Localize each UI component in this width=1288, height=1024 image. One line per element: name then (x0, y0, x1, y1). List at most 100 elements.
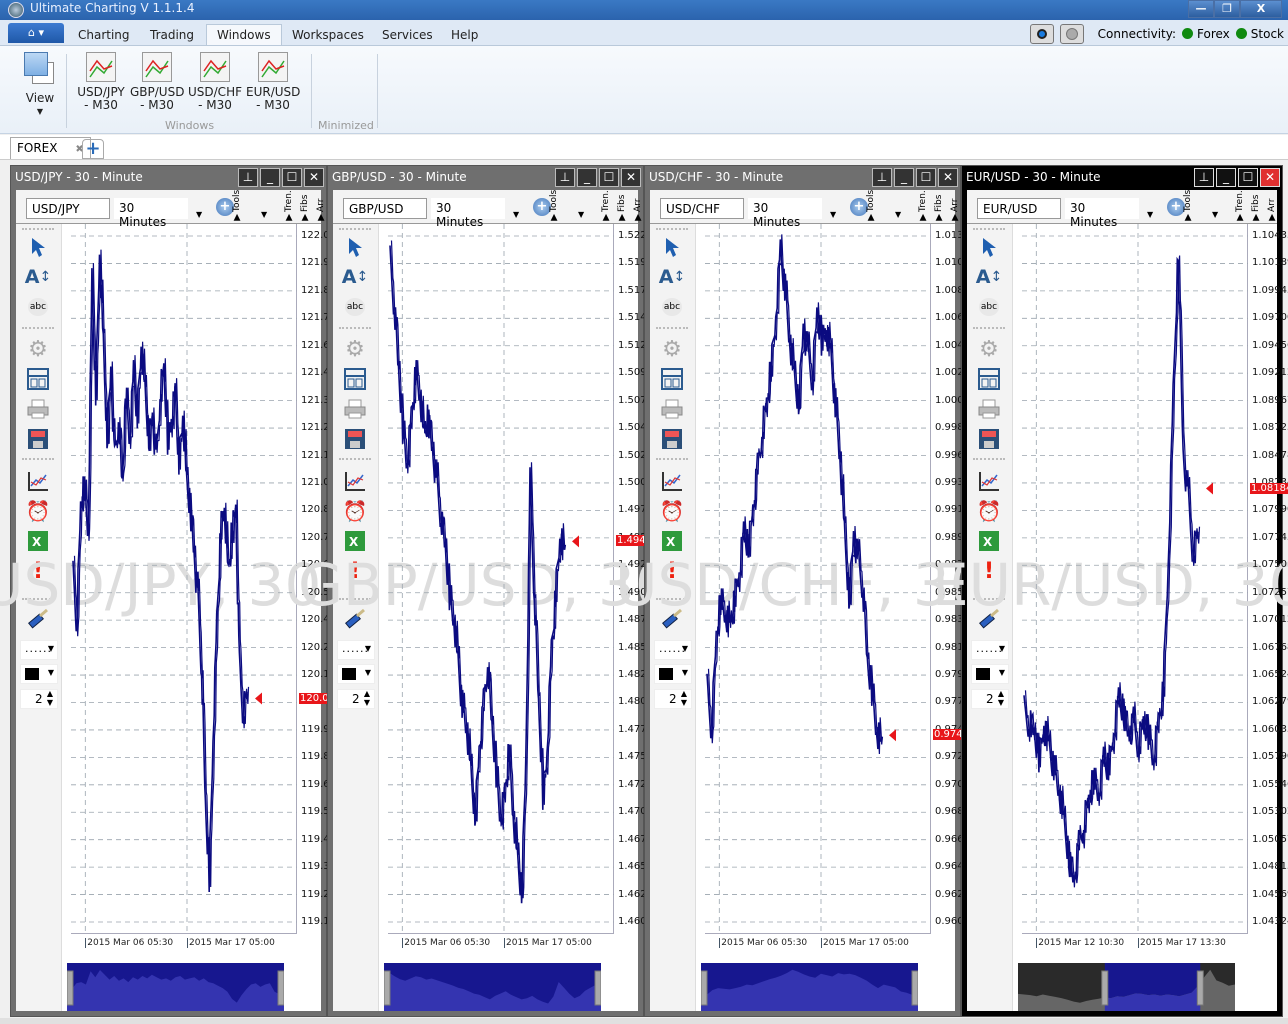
text-label-icon[interactable]: abc (975, 294, 1003, 320)
app-menu-button[interactable]: ⌂ ▾ (8, 23, 64, 43)
tab-help[interactable]: Help (441, 25, 488, 46)
paint-roller-icon[interactable] (341, 606, 369, 632)
tab-workspaces[interactable]: Workspaces (282, 25, 374, 46)
arrow-dropdown[interactable]: ▼Arr (633, 194, 643, 222)
timeframe-select[interactable]: 30 Minutes (431, 198, 505, 229)
text-size-icon[interactable]: A ↕ (341, 264, 369, 290)
line-style-select[interactable]: ...... ▼ (337, 640, 375, 660)
trend-dropdown[interactable]: ▼Tren. (601, 190, 611, 222)
layout-icon[interactable] (341, 366, 369, 392)
pin-icon[interactable]: ⊥ (872, 168, 892, 187)
toolbar-grip[interactable] (22, 228, 54, 230)
minimize-chart-button[interactable]: _ (260, 168, 280, 187)
minimize-chart-button[interactable]: _ (1216, 168, 1236, 187)
trend-dropdown[interactable]: ▼Tren. (918, 190, 928, 222)
minimize-chart-button[interactable]: _ (577, 168, 597, 187)
pointer-cursor-icon[interactable] (24, 234, 52, 260)
price-chart-plot[interactable]: EUR/USD, 30 (932, 224, 1288, 934)
maximize-chart-button[interactable]: ☐ (599, 168, 619, 187)
toolbar-grip[interactable] (973, 458, 1005, 460)
color-select[interactable]: ▼ (971, 664, 1009, 684)
print-icon[interactable] (341, 396, 369, 422)
symbol-input[interactable] (26, 198, 110, 219)
fibs-dropdown[interactable]: ▼Fibs (934, 194, 944, 222)
minimize-button[interactable]: — (1188, 0, 1214, 18)
indicator-chart-icon[interactable] (975, 468, 1003, 494)
print-icon[interactable] (975, 396, 1003, 422)
pin-icon[interactable]: ⊥ (555, 168, 575, 187)
window-button-usdchf[interactable]: USD/CHF - M30 (188, 52, 242, 112)
price-chart-plot[interactable]: USD/JPY, 30 (0, 224, 321, 934)
toolbar-grip[interactable] (973, 228, 1005, 230)
tab-windows[interactable]: Windows (206, 24, 282, 45)
close-chart-button[interactable]: ✕ (621, 168, 641, 187)
time-navigator[interactable] (1018, 963, 1235, 1011)
symbol-input[interactable] (343, 198, 427, 219)
toolbar-grip[interactable] (339, 228, 371, 230)
gear-icon[interactable]: ⚙ (341, 336, 369, 362)
excel-export-icon[interactable]: X (975, 528, 1003, 554)
navigator-left-handle[interactable] (1101, 970, 1109, 1006)
text-size-icon[interactable]: A ↕ (658, 264, 686, 290)
color-select[interactable]: ▼ (337, 664, 375, 684)
maximize-chart-button[interactable]: ☐ (1238, 168, 1258, 187)
symbol-input[interactable] (660, 198, 744, 219)
paint-roller-icon[interactable] (658, 606, 686, 632)
stepper-arrows-icon[interactable]: ▲ ▼ (998, 689, 1004, 707)
text-label-icon[interactable]: abc (341, 294, 369, 320)
tools-dropdown[interactable]: ▼Tools (549, 190, 559, 222)
view-button[interactable]: View ▼ (20, 52, 60, 118)
toolbar-overflow-icon[interactable]: ▼ (895, 210, 901, 219)
price-axis[interactable]: 1.10433 1.10189 1.09945 1.09700 1.09456 1.092… (1250, 224, 1288, 944)
toolbar-overflow-icon[interactable]: ▼ (196, 210, 202, 219)
maximize-chart-button[interactable]: ☐ (916, 168, 936, 187)
stepper-arrows-icon[interactable]: ▲ ▼ (681, 689, 687, 707)
indicator-chart-icon[interactable] (341, 468, 369, 494)
save-icon[interactable] (975, 426, 1003, 452)
window-button-usdjpy[interactable]: USD/JPY - M30 (74, 52, 128, 112)
text-label-icon[interactable]: abc (658, 294, 686, 320)
toolbar-grip[interactable] (656, 458, 688, 460)
fibs-dropdown[interactable]: ▼Fibs (300, 194, 310, 222)
trend-dropdown[interactable]: ▼Tren. (284, 190, 294, 222)
toolbar-grip[interactable] (656, 598, 688, 600)
alarm-clock-icon[interactable]: ⏰ (658, 498, 686, 524)
timeframe-select[interactable]: 30 Minutes (1065, 198, 1139, 229)
alert-exclamation-icon[interactable]: ! (658, 558, 686, 584)
toolbar-grip[interactable] (339, 327, 371, 329)
text-size-icon[interactable]: A ↕ (975, 264, 1003, 290)
line-style-select[interactable]: ...... ▼ (20, 640, 58, 660)
layout-icon[interactable] (658, 366, 686, 392)
line-style-select[interactable]: ...... ▼ (971, 640, 1009, 660)
toolbar-grip[interactable] (973, 327, 1005, 329)
gear-icon[interactable]: ⚙ (975, 336, 1003, 362)
tab-services[interactable]: Services (372, 25, 443, 46)
doc-tab-forex[interactable]: FOREX ✖ (10, 137, 91, 159)
toolbar-grip[interactable] (973, 598, 1005, 600)
indicator-chart-icon[interactable] (658, 468, 686, 494)
alarm-clock-icon[interactable]: ⏰ (975, 498, 1003, 524)
price-chart-plot[interactable]: USD/CHF, 30 (615, 224, 987, 934)
close-button[interactable]: X (1240, 0, 1282, 18)
print-icon[interactable] (658, 396, 686, 422)
alarm-clock-icon[interactable]: ⏰ (24, 498, 52, 524)
toolbar-grip[interactable] (656, 228, 688, 230)
navigator-left-handle[interactable] (67, 970, 74, 1006)
text-label-icon[interactable]: abc (24, 294, 52, 320)
navigator-left-handle[interactable] (701, 970, 708, 1006)
navigator-left-handle[interactable] (384, 970, 391, 1006)
paint-roller-icon[interactable] (24, 606, 52, 632)
layout-icon[interactable] (975, 366, 1003, 392)
toolbar-overflow-icon[interactable]: ▼ (830, 210, 836, 219)
video-record-icon[interactable] (1059, 24, 1084, 44)
timeframe-select[interactable]: 30 Minutes (114, 198, 188, 229)
close-chart-button[interactable]: ✕ (1260, 168, 1280, 187)
text-size-icon[interactable]: A ↕ (24, 264, 52, 290)
arrow-dropdown[interactable]: ▼Arr (950, 194, 960, 222)
excel-export-icon[interactable]: X (24, 528, 52, 554)
navigator-right-handle[interactable] (594, 970, 601, 1006)
line-width-stepper[interactable]: 2 ▲ ▼ (971, 689, 1009, 709)
gear-icon[interactable]: ⚙ (658, 336, 686, 362)
navigator-right-handle[interactable] (1196, 970, 1204, 1006)
add-tab-button[interactable]: + (82, 139, 104, 159)
